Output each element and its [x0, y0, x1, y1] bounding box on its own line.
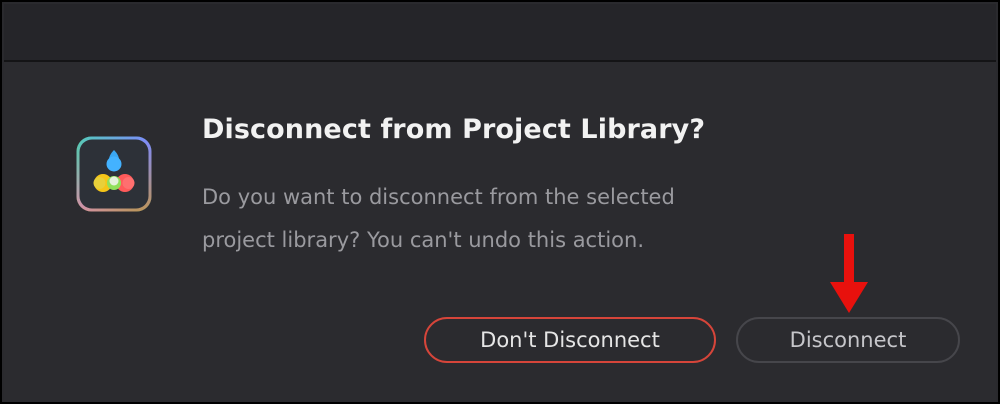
dont-disconnect-button[interactable]: Don't Disconnect: [424, 317, 716, 363]
davinci-resolve-icon: [75, 135, 153, 213]
disconnect-button[interactable]: Disconnect: [736, 317, 960, 363]
window-titlebar: [4, 4, 996, 62]
dialog-message: Do you want to disconnect from the selec…: [202, 176, 802, 262]
dialog-window: Disconnect from Project Library? Do you …: [0, 0, 1000, 404]
red-arrow-annotation-icon: [830, 234, 868, 313]
davinci-resolve-logo-svg: [76, 136, 152, 212]
dialog-message-line-1: Do you want to disconnect from the selec…: [202, 185, 675, 209]
dialog-title: Disconnect from Project Library?: [202, 114, 706, 145]
dialog-message-line-2: project library? You can't undo this act…: [202, 228, 645, 252]
